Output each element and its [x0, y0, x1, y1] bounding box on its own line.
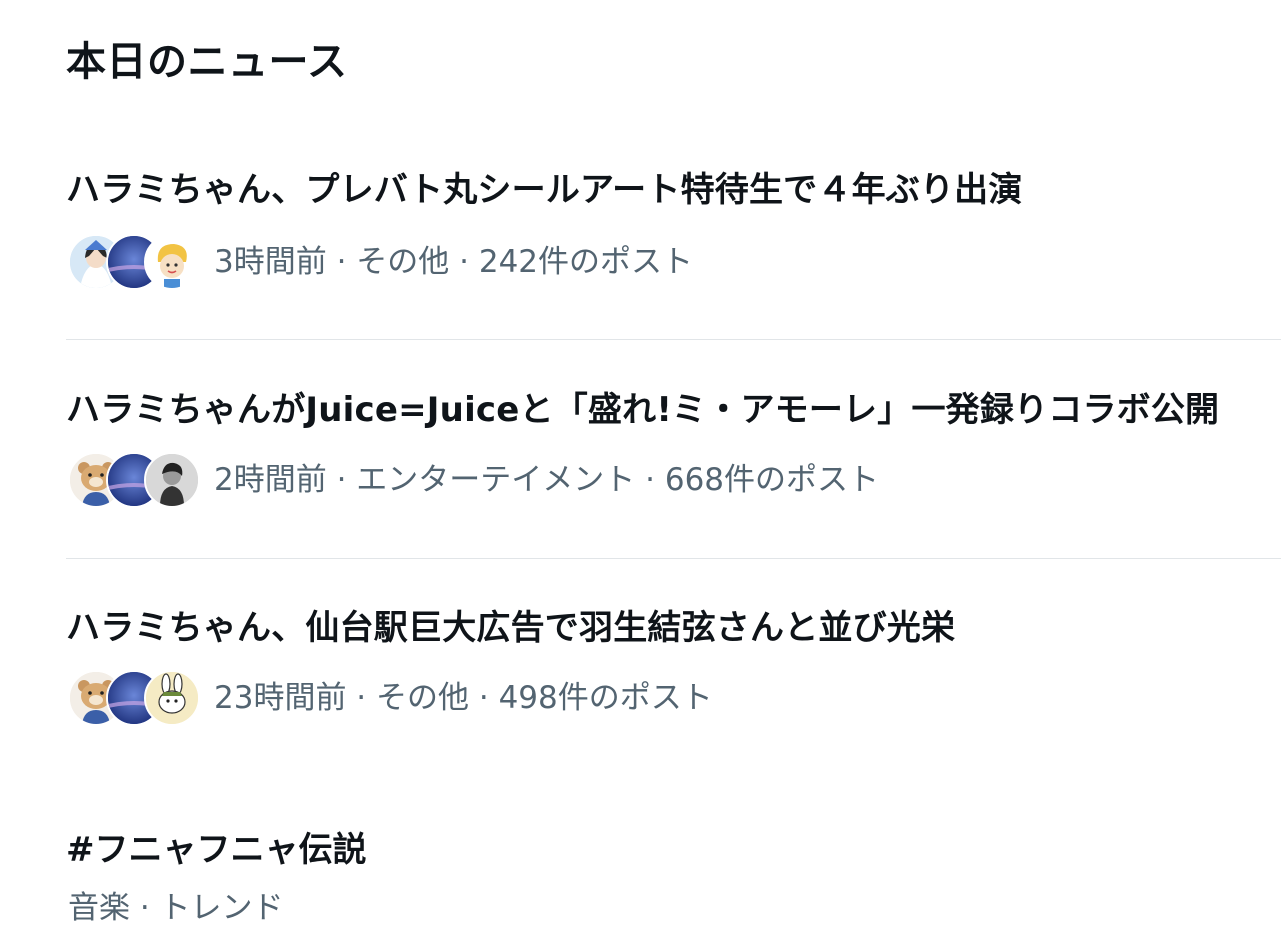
news-item[interactable]: ハラミちゃんがJuice=Juiceと「盛れ!ミ・アモーレ」一発録りコラボ公開	[0, 386, 1281, 536]
rabbit-character-avatar	[144, 670, 200, 726]
trend-name[interactable]: #フニャフニャ伝説	[66, 826, 367, 874]
trend-item[interactable]: #フニャフニャ伝説 音楽 · トレンド	[0, 820, 1281, 930]
news-item[interactable]: ハラミちゃん、プレバト丸シールアート特待生で４年ぶり出演 3時間前 · その他 …	[0, 166, 1281, 316]
cartoon-character-avatar	[144, 234, 200, 290]
section-title: 本日のニュース	[66, 39, 348, 85]
divider	[66, 339, 1281, 340]
news-headline[interactable]: ハラミちゃん、仙台駅巨大広告で羽生結弦さんと並び光栄	[66, 604, 955, 652]
news-headline[interactable]: ハラミちゃん、プレバト丸シールアート特待生で４年ぶり出演	[66, 166, 1023, 214]
avatar-stack	[68, 670, 200, 726]
avatar-stack	[68, 234, 200, 290]
avatar-stack	[68, 452, 200, 508]
trend-meta: 音楽 · トレンド	[68, 890, 284, 926]
divider	[66, 558, 1281, 559]
news-meta: 3時間前 · その他 · 242件のポスト	[214, 244, 694, 280]
news-headline[interactable]: ハラミちゃんがJuice=Juiceと「盛れ!ミ・アモーレ」一発録りコラボ公開	[66, 386, 1219, 434]
news-meta: 23時間前 · その他 · 498件のポスト	[214, 680, 713, 716]
monochrome-portrait-avatar	[144, 452, 200, 508]
news-meta: 2時間前 · エンターテイメント · 668件のポスト	[214, 462, 880, 498]
news-item[interactable]: ハラミちゃん、仙台駅巨大広告で羽生結弦さんと並び光栄 23時間前 · その他 ·…	[0, 604, 1281, 754]
